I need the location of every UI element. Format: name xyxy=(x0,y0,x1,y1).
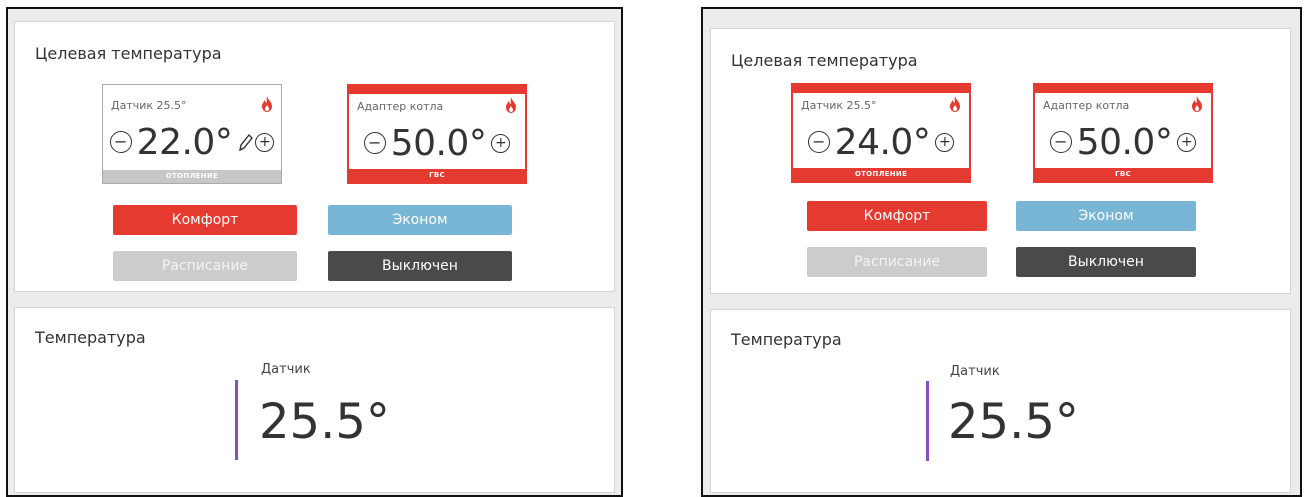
schedule-button[interactable]: Расписание xyxy=(807,247,987,277)
econom-button[interactable]: Эконом xyxy=(328,205,512,235)
minus-circle-icon[interactable]: − xyxy=(807,131,830,153)
card-title: Целевая температура xyxy=(35,44,222,63)
plus-circle-icon[interactable]: + xyxy=(491,133,511,153)
temperature-card: Температура Датчик 25.5° xyxy=(14,307,615,493)
tile-sensor: Датчик 25.5° − 24.0° + ОТОПЛЕНИЕ xyxy=(791,83,971,183)
right-panel: Целевая температура Датчик 25.5° − 24.0°… xyxy=(701,7,1302,497)
plus-circle-icon[interactable]: + xyxy=(935,132,955,152)
tile-sensor: Датчик 25.5° − 22.0° + ОТОПЛЕНИЕ xyxy=(102,84,282,184)
flame-icon xyxy=(950,96,960,112)
tile-label: Адаптер котла xyxy=(1043,99,1130,112)
card-title: Температура xyxy=(35,328,146,347)
card-title: Целевая температура xyxy=(731,51,918,70)
left-panel: Целевая температура Датчик 25.5° − 22.0°… xyxy=(6,7,623,497)
mode-footer: ГВС xyxy=(1035,168,1211,181)
target-value: 50.0° xyxy=(1076,121,1173,163)
card-title: Температура xyxy=(731,330,842,349)
target-value: 24.0° xyxy=(834,121,931,163)
off-button[interactable]: Выключен xyxy=(328,251,512,281)
sensor-value: 25.5° xyxy=(259,394,390,450)
sensor-label: Датчик xyxy=(950,364,1000,379)
tile-label: Датчик 25.5° xyxy=(801,99,877,112)
target-value: 22.0° xyxy=(136,121,233,163)
temperature-card: Температура Датчик 25.5° xyxy=(710,309,1291,493)
mode-footer: ГВС xyxy=(349,169,525,182)
plus-circle-icon[interactable]: + xyxy=(1177,132,1197,152)
sensor-accent-line xyxy=(235,380,238,460)
tile-boiler-adapter: Адаптер котла − 50.0° + ГВС xyxy=(1033,83,1213,183)
edit-pencil-icon[interactable] xyxy=(237,131,254,153)
target-value: 50.0° xyxy=(390,122,487,164)
econom-button[interactable]: Эконом xyxy=(1016,201,1196,231)
schedule-button[interactable]: Расписание xyxy=(113,251,297,281)
comfort-button[interactable]: Комфорт xyxy=(113,205,297,235)
tile-label: Датчик 25.5° xyxy=(111,99,187,112)
mode-footer: ОТОПЛЕНИЕ xyxy=(103,170,281,183)
tile-label: Адаптер котла xyxy=(357,100,444,113)
off-button[interactable]: Выключен xyxy=(1016,247,1196,277)
flame-icon xyxy=(506,97,516,113)
minus-circle-icon[interactable]: − xyxy=(363,132,386,154)
flame-icon xyxy=(1192,96,1202,112)
target-temperature-card: Целевая температура Датчик 25.5° − 24.0°… xyxy=(710,28,1291,294)
mode-footer: ОТОПЛЕНИЕ xyxy=(793,168,969,181)
sensor-accent-line xyxy=(926,381,929,461)
minus-circle-icon[interactable]: − xyxy=(109,131,132,153)
flame-icon xyxy=(262,96,272,112)
tile-boiler-adapter: Адаптер котла − 50.0° + ГВС xyxy=(347,84,527,184)
sensor-value: 25.5° xyxy=(948,394,1079,450)
target-temperature-card: Целевая температура Датчик 25.5° − 22.0°… xyxy=(14,21,615,292)
sensor-label: Датчик xyxy=(261,362,311,377)
minus-circle-icon[interactable]: − xyxy=(1049,131,1072,153)
plus-circle-icon[interactable]: + xyxy=(255,132,275,152)
comfort-button[interactable]: Комфорт xyxy=(807,201,987,231)
